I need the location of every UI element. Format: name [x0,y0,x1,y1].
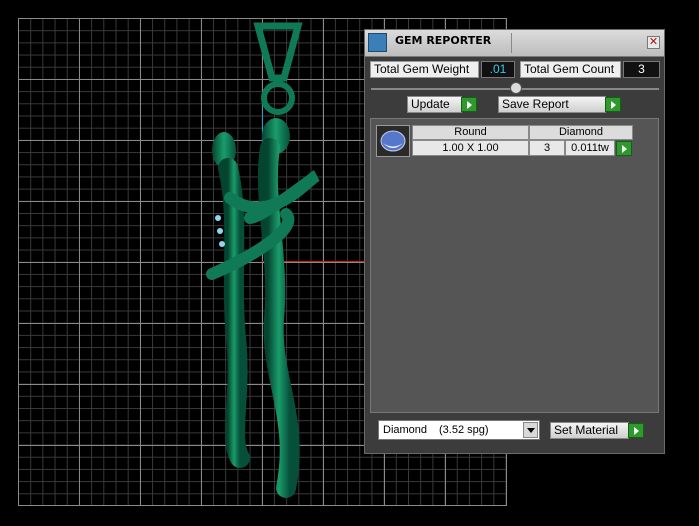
gem-setting [215,215,221,221]
title-divider [511,33,512,53]
dropdown-arrow-icon[interactable] [523,422,538,438]
gem-setting [219,241,225,247]
splitter-handle[interactable] [510,82,522,94]
round-gem-icon[interactable] [376,125,410,157]
column-header-material: Diamond [529,125,633,140]
arrow-right-icon[interactable] [616,141,632,156]
arrow-right-icon[interactable] [605,97,621,112]
total-gem-count-label: Total Gem Count [520,61,621,78]
gem-reporter-panel: GEM REPORTER ✕ Total Gem Weight .01 Tota… [364,29,665,454]
figure-body-left [218,158,250,468]
total-gem-weight-label: Total Gem Weight [370,61,479,78]
total-gem-weight-value: .01 [481,61,515,78]
gem-reporter-app-icon [368,33,387,52]
gem-count-cell: 3 [529,140,565,156]
material-sg: (3.52 spg) [439,424,489,436]
title-bar[interactable]: GEM REPORTER ✕ [365,30,664,57]
column-header-shape: Round [412,125,529,140]
total-gem-count-value: 3 [623,61,660,78]
panel-title: GEM REPORTER [395,34,492,47]
jump-ring [261,81,295,115]
material-name: Diamond [383,424,428,436]
set-material-button[interactable]: Set Material [550,422,629,439]
gem-setting [217,228,223,234]
arrow-right-icon[interactable] [461,97,477,112]
pendant-model[interactable] [190,18,330,503]
close-icon[interactable]: ✕ [647,36,660,49]
arrow-right-icon[interactable] [628,423,644,438]
gem-weight-cell: 0.011tw [565,140,615,156]
gem-size-cell: 1.00 X 1.00 [412,140,529,156]
gem-list[interactable]: Round Diamond 1.00 X 1.00 3 0.011tw [370,118,659,413]
update-button[interactable]: Update [407,96,462,113]
save-report-button[interactable]: Save Report [498,96,606,113]
material-select[interactable]: Diamond (3.52 spg) [378,420,540,440]
bail-loop [253,22,303,82]
